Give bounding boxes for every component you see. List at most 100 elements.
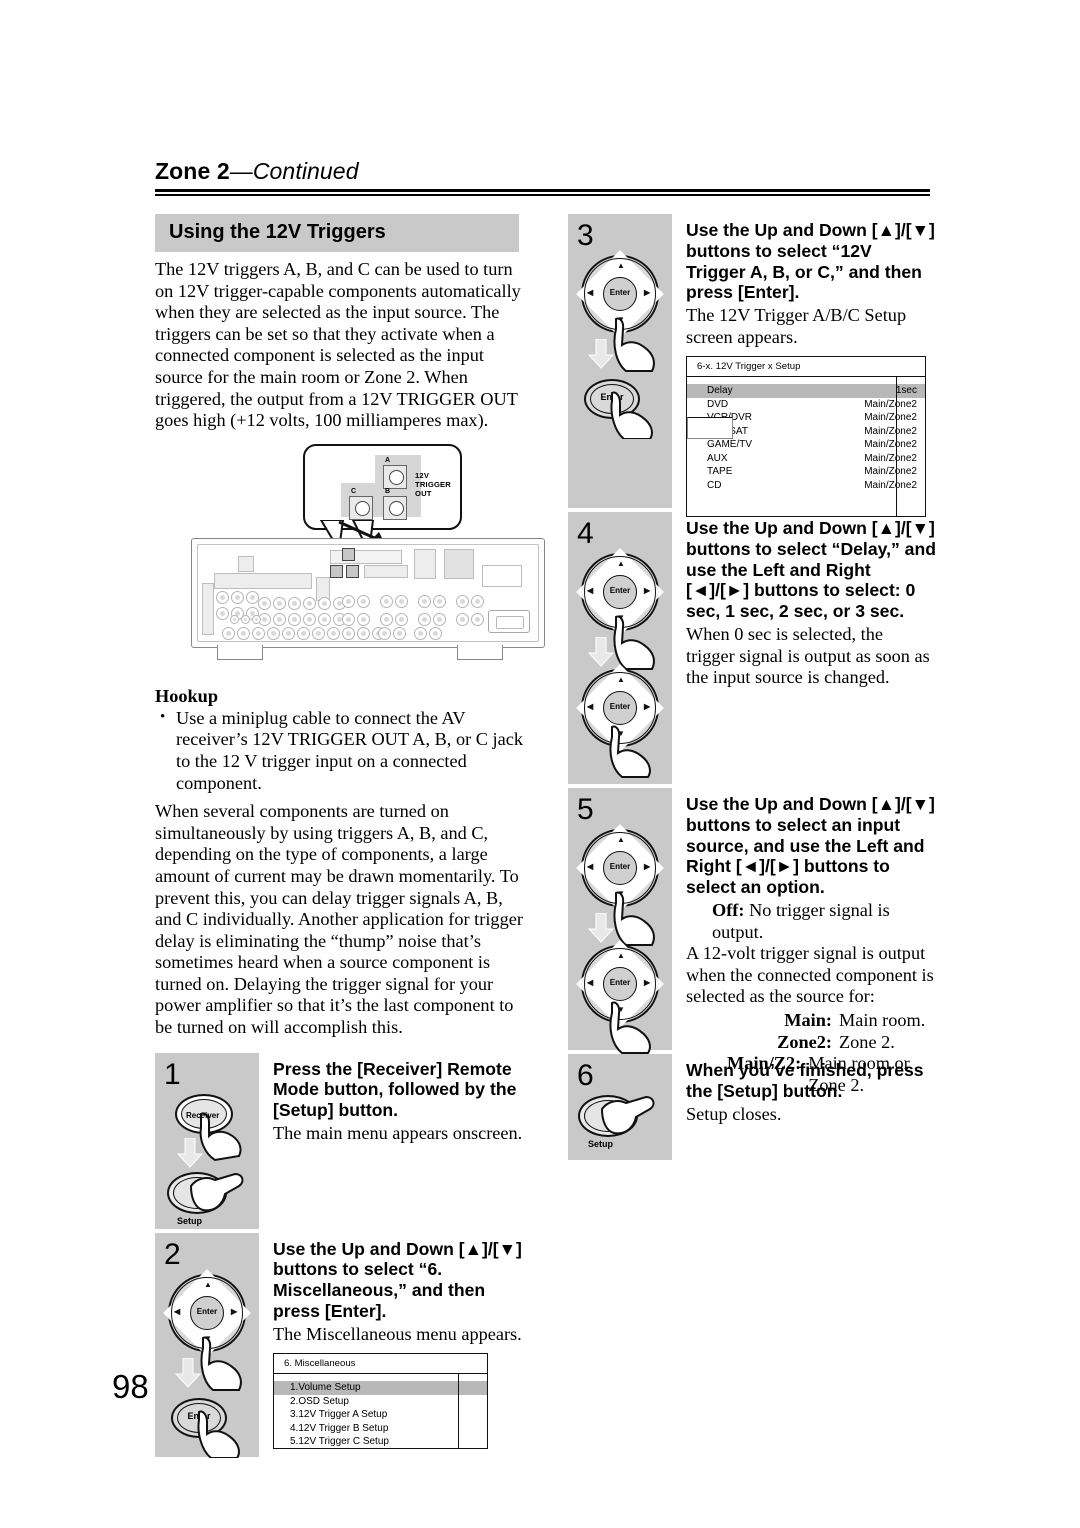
dpad-right-arrow[interactable]: ▶ xyxy=(644,862,650,871)
osd-misc-item[interactable]: 1.Volume Setup xyxy=(274,1381,487,1395)
step-2-body: The Miscellaneous menu appears. xyxy=(273,1323,522,1344)
osd-misc-scroll-column[interactable] xyxy=(458,1374,487,1449)
header-rule-thick xyxy=(155,189,930,192)
dpad-enter-button[interactable]: Enter xyxy=(603,967,637,1001)
page-title-main: Zone 2 xyxy=(155,158,230,184)
dpad-right-arrow[interactable]: ▶ xyxy=(644,586,650,595)
osd-trigger-row[interactable]: AUX Main/Zone2 xyxy=(687,452,925,466)
option-term: Main: xyxy=(784,1009,832,1030)
dpad-left-arrow[interactable]: ◀ xyxy=(587,288,593,297)
osd-trigger-row-key: AUX xyxy=(707,452,728,464)
dpad-left-arrow[interactable]: ◀ xyxy=(587,702,593,711)
dpad-enter-button[interactable]: Enter xyxy=(603,277,637,311)
dpad-up-arrow[interactable]: ▲ xyxy=(617,559,625,568)
osd-trigger-footer-bar xyxy=(687,417,733,439)
step-1-remote-art: Receiver Setup xyxy=(155,1090,259,1230)
dpad-right-arrow[interactable]: ▶ xyxy=(644,702,650,711)
osd-misc-item[interactable]: 5.12V Trigger C Setup xyxy=(274,1435,487,1448)
osd-trigger-row[interactable]: CD Main/Zone2 xyxy=(687,479,925,493)
osd-trigger-row-key: CD xyxy=(707,479,722,491)
osd-trigger-title: 6-x. 12V Trigger x Setup xyxy=(687,357,925,378)
pointing-hand-icon-2 xyxy=(610,391,653,439)
dpad-up-arrow[interactable]: ▲ xyxy=(617,261,625,270)
pointing-hand-icon xyxy=(600,1095,655,1135)
step-1-text: Press the [Receiver] Remote Mode button,… xyxy=(273,1053,533,1145)
panel-antenna-block xyxy=(414,548,436,579)
panel-digital-block xyxy=(238,555,254,572)
dpad-up-arrow[interactable]: ▲ xyxy=(204,1280,212,1289)
down-arrow-icon xyxy=(175,1357,201,1388)
dpad-enter-button[interactable]: Enter xyxy=(603,575,637,609)
down-arrow-icon xyxy=(177,1137,203,1168)
osd-trigger-row[interactable]: DVD Main/Zone2 xyxy=(687,398,925,412)
pointing-hand-icon-2 xyxy=(197,1410,240,1458)
step-5-remote-art: ▲ ▼ ◀ ▶ Enter ▲ ▼ xyxy=(568,824,672,1054)
step-4-illustration: 4 ▲ ▼ ◀ ▶ Enter xyxy=(568,512,672,784)
hookup-heading: Hookup xyxy=(155,685,219,706)
step-5-text: Use the Up and Down [▲]/[▼] buttons to s… xyxy=(686,788,936,1096)
panel-left-column-block xyxy=(202,582,214,635)
jack-b-label: B xyxy=(385,487,391,495)
step-3-title: Use the Up and Down [▲]/[▼] buttons to s… xyxy=(686,220,935,303)
step-2-illustration: 2 ▲ ▼ ◀ ▶ Enter xyxy=(155,1232,259,1458)
step-5-off-line: Off: No trigger signal is output. xyxy=(686,900,936,943)
osd-misc-item[interactable]: 3.12V Trigger A Setup xyxy=(274,1408,487,1422)
trigger-jack-c-icon xyxy=(349,495,373,520)
dpad-left-arrow[interactable]: ◀ xyxy=(587,586,593,595)
osd-trigger-row-key: Delay xyxy=(707,385,733,397)
step-1-number: 1 xyxy=(164,1057,181,1091)
dpad-right-arrow[interactable]: ▶ xyxy=(644,288,650,297)
section-intro-paragraph: The 12V triggers A, B, and C can be used… xyxy=(155,259,521,431)
step-4-remote-art: ▲ ▼ ◀ ▶ Enter ▲ ▼ xyxy=(568,548,672,778)
osd-misc-title: 6. Miscellaneous xyxy=(274,1354,487,1375)
dpad-left-arrow[interactable]: ◀ xyxy=(587,862,593,871)
dpad-up-arrow[interactable]: ▲ xyxy=(617,951,625,960)
osd-trigger-row[interactable]: TAPE Main/Zone2 xyxy=(687,465,925,479)
page-number: 98 xyxy=(112,1368,149,1405)
step-1-illustration: 1 Receiver Setup xyxy=(155,1052,259,1230)
receiver-button-label: Receiver xyxy=(186,1110,220,1120)
panel-trigger-c-jack xyxy=(330,564,343,578)
pointing-hand-icon xyxy=(613,317,655,372)
trigger-jack-a-icon xyxy=(383,464,407,489)
step-3: 3 ▲ ▼ ◀ ▶ Enter xyxy=(568,214,936,518)
dpad-enter-label: Enter xyxy=(609,288,631,297)
pointing-hand-icon xyxy=(200,1336,242,1391)
dpad-enter-label: Enter xyxy=(609,702,631,711)
receiver-foot-right xyxy=(457,644,503,660)
dpad-enter-button[interactable]: Enter xyxy=(190,1295,224,1330)
panel-hdmi-row xyxy=(214,572,312,589)
down-arrow-icon xyxy=(588,637,614,667)
dpad-up-arrow[interactable]: ▲ xyxy=(617,835,625,844)
rca-row-5 xyxy=(230,614,261,624)
dpad-enter-button[interactable]: Enter xyxy=(603,851,637,885)
panel-serial-port xyxy=(364,564,408,578)
step-2-remote-art: ▲ ▼ ◀ ▶ Enter Enter xyxy=(155,1268,259,1458)
step-6-remote-art: Setup xyxy=(568,1091,672,1153)
step-4: 4 ▲ ▼ ◀ ▶ Enter xyxy=(568,512,936,784)
header-rule-thin xyxy=(155,194,930,196)
dpad-enter-label: Enter xyxy=(196,1306,218,1316)
dpad-enter-button[interactable]: Enter xyxy=(603,691,637,725)
step-4-body: When 0 sec is selected, the trigger sign… xyxy=(686,623,930,688)
step-6: 6 Setup When you’ve finished, press the … xyxy=(568,1054,936,1160)
receiver-rear-panel-figure: A B C 12V TRIGGER OUT xyxy=(185,442,549,670)
osd-misc-item[interactable]: 4.12V Trigger B Setup xyxy=(274,1422,487,1436)
panel-trigger-a-jack xyxy=(342,547,355,561)
jack-c-label: C xyxy=(351,487,357,495)
osd-trigger-row[interactable]: GAME/TV Main/Zone2 xyxy=(687,438,925,452)
page-title-continued: —Continued xyxy=(229,158,359,184)
page-title: Zone 2—Continued xyxy=(155,158,930,185)
rca-row-8 xyxy=(342,612,484,626)
step-4-text: Use the Up and Down [▲]/[▼] buttons to s… xyxy=(686,512,936,689)
dpad-left-arrow[interactable]: ◀ xyxy=(174,1307,180,1316)
dpad-up-arrow[interactable]: ▲ xyxy=(617,675,625,684)
step-5-title: Use the Up and Down [▲]/[▼] buttons to s… xyxy=(686,794,935,898)
osd-trigger-row[interactable]: Delay 1sec xyxy=(687,384,925,398)
osd-misc-item[interactable]: 2.OSD Setup xyxy=(274,1395,487,1409)
panel-trigger-b-jack xyxy=(346,564,359,578)
dpad-right-arrow[interactable]: ▶ xyxy=(231,1307,237,1316)
dpad-right-arrow[interactable]: ▶ xyxy=(644,978,650,987)
dpad-left-arrow[interactable]: ◀ xyxy=(587,978,593,987)
osd-trigger-scroll-column[interactable] xyxy=(896,377,925,517)
